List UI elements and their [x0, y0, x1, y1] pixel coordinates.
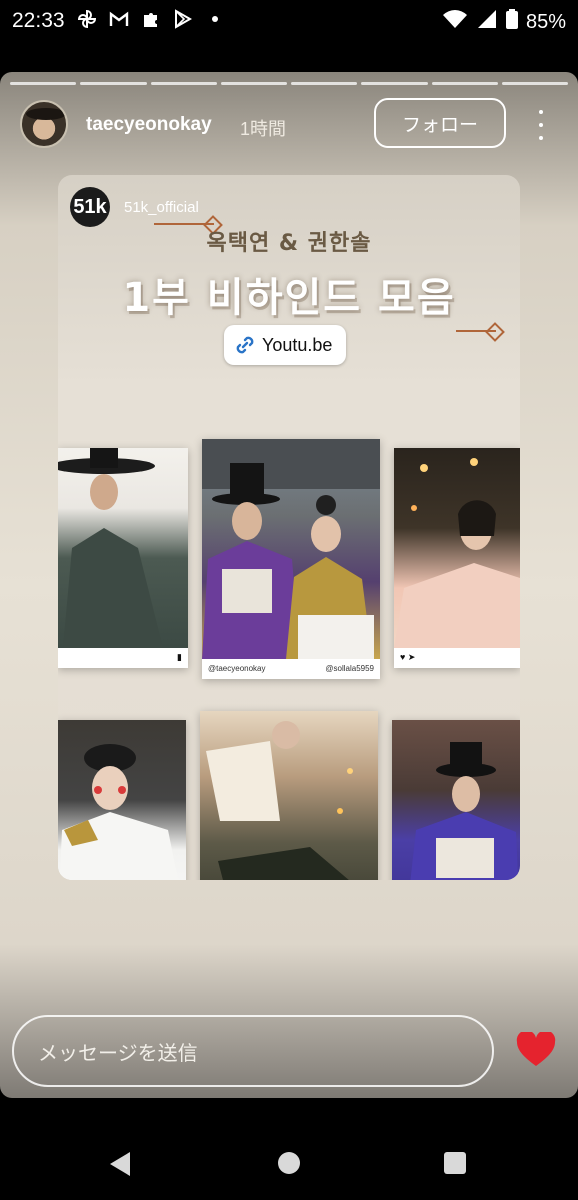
progress-segment — [291, 82, 358, 85]
like-heart-icon[interactable] — [516, 1030, 556, 1068]
progress-segment — [220, 82, 287, 85]
link-sticker[interactable]: Youtu.be — [224, 325, 346, 365]
system-nav-bar — [0, 1130, 578, 1200]
status-bar: 22:33 85% — [0, 0, 578, 44]
follow-button[interactable]: フォロー — [374, 98, 506, 148]
photo — [392, 720, 520, 880]
gmail-icon — [108, 8, 130, 30]
battery-icon — [505, 9, 518, 35]
story-progress-bar — [10, 82, 568, 85]
photo-card: ▮ — [58, 448, 188, 668]
story-username[interactable]: taecyeonokay — [86, 114, 212, 136]
pinwheel-icon — [76, 8, 98, 30]
story-header: taecyeonokay 1時間 フォロー — [0, 94, 578, 158]
bookmark-icon: ▮ — [177, 651, 182, 662]
post-subtitle: 옥택연 & 권한솔 — [206, 231, 372, 256]
photo — [58, 720, 186, 880]
battery-percent: 85% — [525, 10, 566, 33]
status-time: 22:33 — [12, 9, 65, 32]
progress-segment — [150, 82, 217, 85]
more-options-icon[interactable] — [531, 110, 551, 140]
photo-card: ▮ — [58, 720, 186, 880]
link-label: Youtu.be — [262, 334, 333, 355]
photo-card: ♥ ➤ — [394, 448, 520, 668]
wifi-icon — [442, 9, 468, 35]
photo-card: ♥ ➤▮ — [200, 711, 378, 880]
dot-icon — [204, 8, 226, 30]
progress-segment — [80, 82, 147, 85]
status-right: 85% — [442, 9, 566, 35]
home-button[interactable] — [278, 1152, 300, 1174]
progress-segment — [501, 82, 568, 85]
message-placeholder: メッセージを送信 — [38, 1042, 198, 1065]
progress-segment — [431, 82, 498, 85]
photo — [394, 448, 520, 648]
card-handle-left: @taecyeonokay — [208, 663, 266, 673]
back-button[interactable] — [110, 1152, 130, 1176]
post-account-avatar: 51k — [70, 187, 110, 227]
post-account-name: 51k_official — [124, 199, 199, 216]
progress-segment — [10, 82, 77, 85]
like-share-icons: ♥ ➤ — [400, 651, 416, 662]
play-store-icon — [172, 8, 194, 30]
avatar[interactable] — [20, 100, 68, 148]
photo — [202, 439, 380, 659]
shared-post[interactable]: 51k 51k_official 옥택연 & 권한솔 1부 비하인드 모음 Yo… — [58, 175, 520, 880]
post-title: 1부 비하인드 모음 — [122, 275, 456, 321]
card-handle-right: @sollala5959 — [325, 663, 374, 673]
puzzle-icon — [140, 8, 162, 30]
decorative-line — [456, 330, 496, 332]
story-time-ago: 1時間 — [240, 119, 287, 139]
photo — [200, 711, 378, 880]
notification-icons — [76, 8, 226, 30]
progress-segment — [361, 82, 428, 85]
message-input[interactable]: メッセージを送信 — [12, 1015, 494, 1087]
recent-apps-button[interactable] — [444, 1152, 466, 1174]
story-viewer[interactable]: taecyeonokay 1時間 フォロー 51k 51k_official 옥… — [0, 72, 578, 1098]
card-footer: ▮ — [64, 650, 182, 664]
card-footer: ♥ ➤ — [400, 650, 514, 664]
photo — [58, 448, 188, 648]
link-icon — [234, 334, 256, 356]
card-footer: @taecyeonokay @sollala5959 — [208, 661, 374, 675]
signal-icon — [476, 9, 498, 35]
photo-card: ♥ ➤▮ — [392, 720, 520, 880]
photo-card: @taecyeonokay @sollala5959 — [202, 439, 380, 679]
